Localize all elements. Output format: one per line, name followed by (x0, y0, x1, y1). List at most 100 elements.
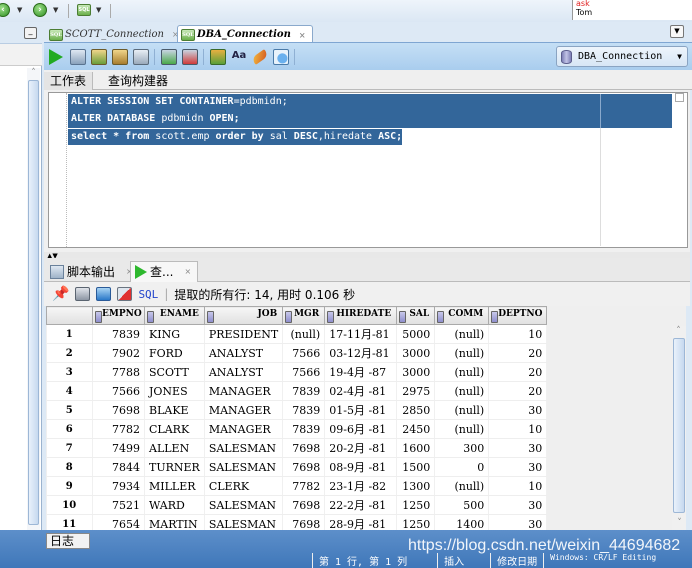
cell-sal[interactable]: 3000 (396, 343, 436, 363)
scroll-up-icon[interactable]: ˄ (27, 68, 40, 78)
column-header-hiredate[interactable]: HIREDATE (324, 306, 398, 325)
code-line-2[interactable]: ALTER DATABASE pdbmidn OPEN; (68, 111, 240, 127)
sort-icon[interactable] (285, 310, 293, 323)
left-scroll-thumb[interactable] (28, 80, 39, 525)
column-header-mgr[interactable]: MGR (282, 306, 326, 325)
cell-hiredate[interactable]: 02-4月 -81 (324, 381, 398, 401)
cell-hiredate[interactable]: 03-12月-81 (324, 343, 398, 363)
cell-deptno[interactable]: 20 (488, 381, 548, 401)
cell-ename[interactable]: TURNER (144, 457, 205, 477)
grid-scroll-thumb[interactable] (673, 338, 685, 513)
cell-ename[interactable]: CLARK (144, 419, 205, 439)
back-icon[interactable]: ‹ (0, 3, 10, 17)
table-row[interactable]: 3 7788 SCOTT ANALYST 7566 19-4月 -87 3000 (null)… (46, 362, 548, 382)
cell-job[interactable]: MANAGER (204, 400, 284, 420)
table-row[interactable]: 1 7839 KING PRESIDENT (null) 17-11月-81 5000 (nu… (46, 324, 548, 344)
cell-empno[interactable]: 7782 (92, 419, 145, 439)
cell-mgr[interactable]: 7698 (282, 457, 326, 477)
tab-worksheet[interactable]: 工作表 (44, 72, 94, 90)
insert-mode[interactable]: 插入 (437, 553, 470, 568)
change-case-icon[interactable]: Aa (231, 49, 247, 65)
cell-empno[interactable]: 7902 (92, 343, 145, 363)
table-row[interactable]: 5 7698 BLAKE MANAGER 7839 01-5月 -81 2850 (null)… (46, 400, 548, 420)
cell-hiredate[interactable]: 22-2月 -81 (324, 495, 398, 515)
cell-comm[interactable]: (null) (434, 476, 490, 496)
cell-deptno[interactable]: 30 (488, 438, 548, 458)
ask-box[interactable]: ask Tom (572, 0, 692, 20)
cell-empno[interactable]: 7839 (92, 324, 145, 344)
cell-deptno[interactable]: 20 (488, 343, 548, 363)
cell-mgr[interactable]: 7782 (282, 476, 326, 496)
table-row[interactable]: 4 7566 JONES MANAGER 7839 02-4月 -81 2975 (null)… (46, 381, 548, 401)
cell-sal[interactable]: 5000 (396, 324, 436, 344)
cell-deptno[interactable]: 10 (488, 419, 548, 439)
table-row[interactable]: 2 7902 FORD ANALYST 7566 03-12月-81 3000 (null) 2… (46, 343, 548, 363)
back-dropdown-icon[interactable]: ▼ (17, 6, 22, 14)
cell-mgr[interactable]: 7566 (282, 343, 326, 363)
cell-empno[interactable]: 7698 (92, 400, 145, 420)
cell-empno[interactable]: 7934 (92, 476, 145, 496)
cell-ename[interactable]: WARD (144, 495, 205, 515)
cell-ename[interactable]: FORD (144, 343, 205, 363)
cell-deptno[interactable]: 30 (488, 400, 548, 420)
cell-job[interactable]: MANAGER (204, 381, 284, 401)
cell-empno[interactable]: 7499 (92, 438, 145, 458)
close-icon[interactable]: × (184, 262, 191, 282)
cell-hiredate[interactable]: 20-2月 -81 (324, 438, 398, 458)
cell-sal[interactable]: 2850 (396, 400, 436, 420)
table-row[interactable]: 7 7499 ALLEN SALESMAN 7698 20-2月 -81 1600 300 30 (46, 438, 548, 458)
cell-ename[interactable]: BLAKE (144, 400, 205, 420)
run-statement-icon[interactable] (49, 49, 63, 65)
cell-hiredate[interactable]: 19-4月 -87 (324, 362, 398, 382)
autotrace-icon[interactable] (91, 49, 107, 65)
column-header-ename[interactable]: ENAME (144, 306, 205, 325)
cell-deptno[interactable]: 30 (488, 495, 548, 515)
cell-job[interactable]: ANALYST (204, 362, 284, 382)
cell-mgr[interactable]: 7839 (282, 381, 326, 401)
sort-icon[interactable] (437, 310, 445, 323)
tab-log[interactable]: 日志 (46, 533, 90, 549)
cell-ename[interactable]: MILLER (144, 476, 205, 496)
sort-icon[interactable] (327, 310, 335, 323)
sql-worksheet-icon[interactable]: SQL (77, 4, 91, 16)
column-header-comm[interactable]: COMM (434, 306, 490, 325)
pin-icon[interactable]: 📌 (52, 286, 69, 302)
column-header-deptno[interactable]: DEPTNO (488, 306, 548, 325)
cell-job[interactable]: SALESMAN (204, 495, 284, 515)
cell-hiredate[interactable]: 08-9月 -81 (324, 457, 398, 477)
cell-hiredate[interactable]: 23-1月 -82 (324, 476, 398, 496)
cell-sal[interactable]: 2450 (396, 419, 436, 439)
cell-comm[interactable]: 500 (434, 495, 490, 515)
cell-empno[interactable]: 7844 (92, 457, 145, 477)
cell-sal[interactable]: 1300 (396, 476, 436, 496)
print-icon[interactable] (75, 287, 91, 301)
cell-deptno[interactable]: 10 (488, 324, 548, 344)
forward-dropdown-icon[interactable]: ▼ (53, 6, 58, 14)
cell-hiredate[interactable]: 17-11月-81 (324, 324, 398, 344)
cell-empno[interactable]: 7566 (92, 381, 145, 401)
ask-value[interactable]: Tom (576, 8, 692, 17)
sql-tuning-icon[interactable] (133, 49, 149, 65)
cell-comm[interactable]: (null) (434, 381, 490, 401)
cell-comm[interactable]: 300 (434, 438, 490, 458)
minimize-button[interactable]: _ (24, 27, 37, 39)
rollback-icon[interactable] (182, 49, 198, 65)
cell-comm[interactable]: 0 (434, 457, 490, 477)
cell-deptno[interactable]: 30 (488, 457, 548, 477)
cell-job[interactable]: MANAGER (204, 419, 284, 439)
cell-comm[interactable]: (null) (434, 343, 490, 363)
delete-icon[interactable] (117, 287, 133, 301)
code-line-3[interactable]: select * from scott.emp order by sal DES… (68, 129, 403, 145)
cell-ename[interactable]: SCOTT (144, 362, 205, 382)
forward-icon[interactable]: › (33, 3, 47, 17)
cell-sal[interactable]: 1500 (396, 457, 436, 477)
cell-ename[interactable]: KING (144, 324, 205, 344)
cell-sal[interactable]: 1600 (396, 438, 436, 458)
explain-plan-icon[interactable] (112, 49, 128, 65)
cell-job[interactable]: CLERK (204, 476, 284, 496)
cell-mgr[interactable]: (null) (282, 324, 326, 344)
sql-button[interactable]: SQL (138, 288, 158, 301)
table-row[interactable]: 8 7844 TURNER SALESMAN 7698 08-9月 -81 1500 0 30 (46, 457, 548, 477)
cell-hiredate[interactable]: 01-5月 -81 (324, 400, 398, 420)
run-script-icon[interactable] (70, 49, 86, 65)
